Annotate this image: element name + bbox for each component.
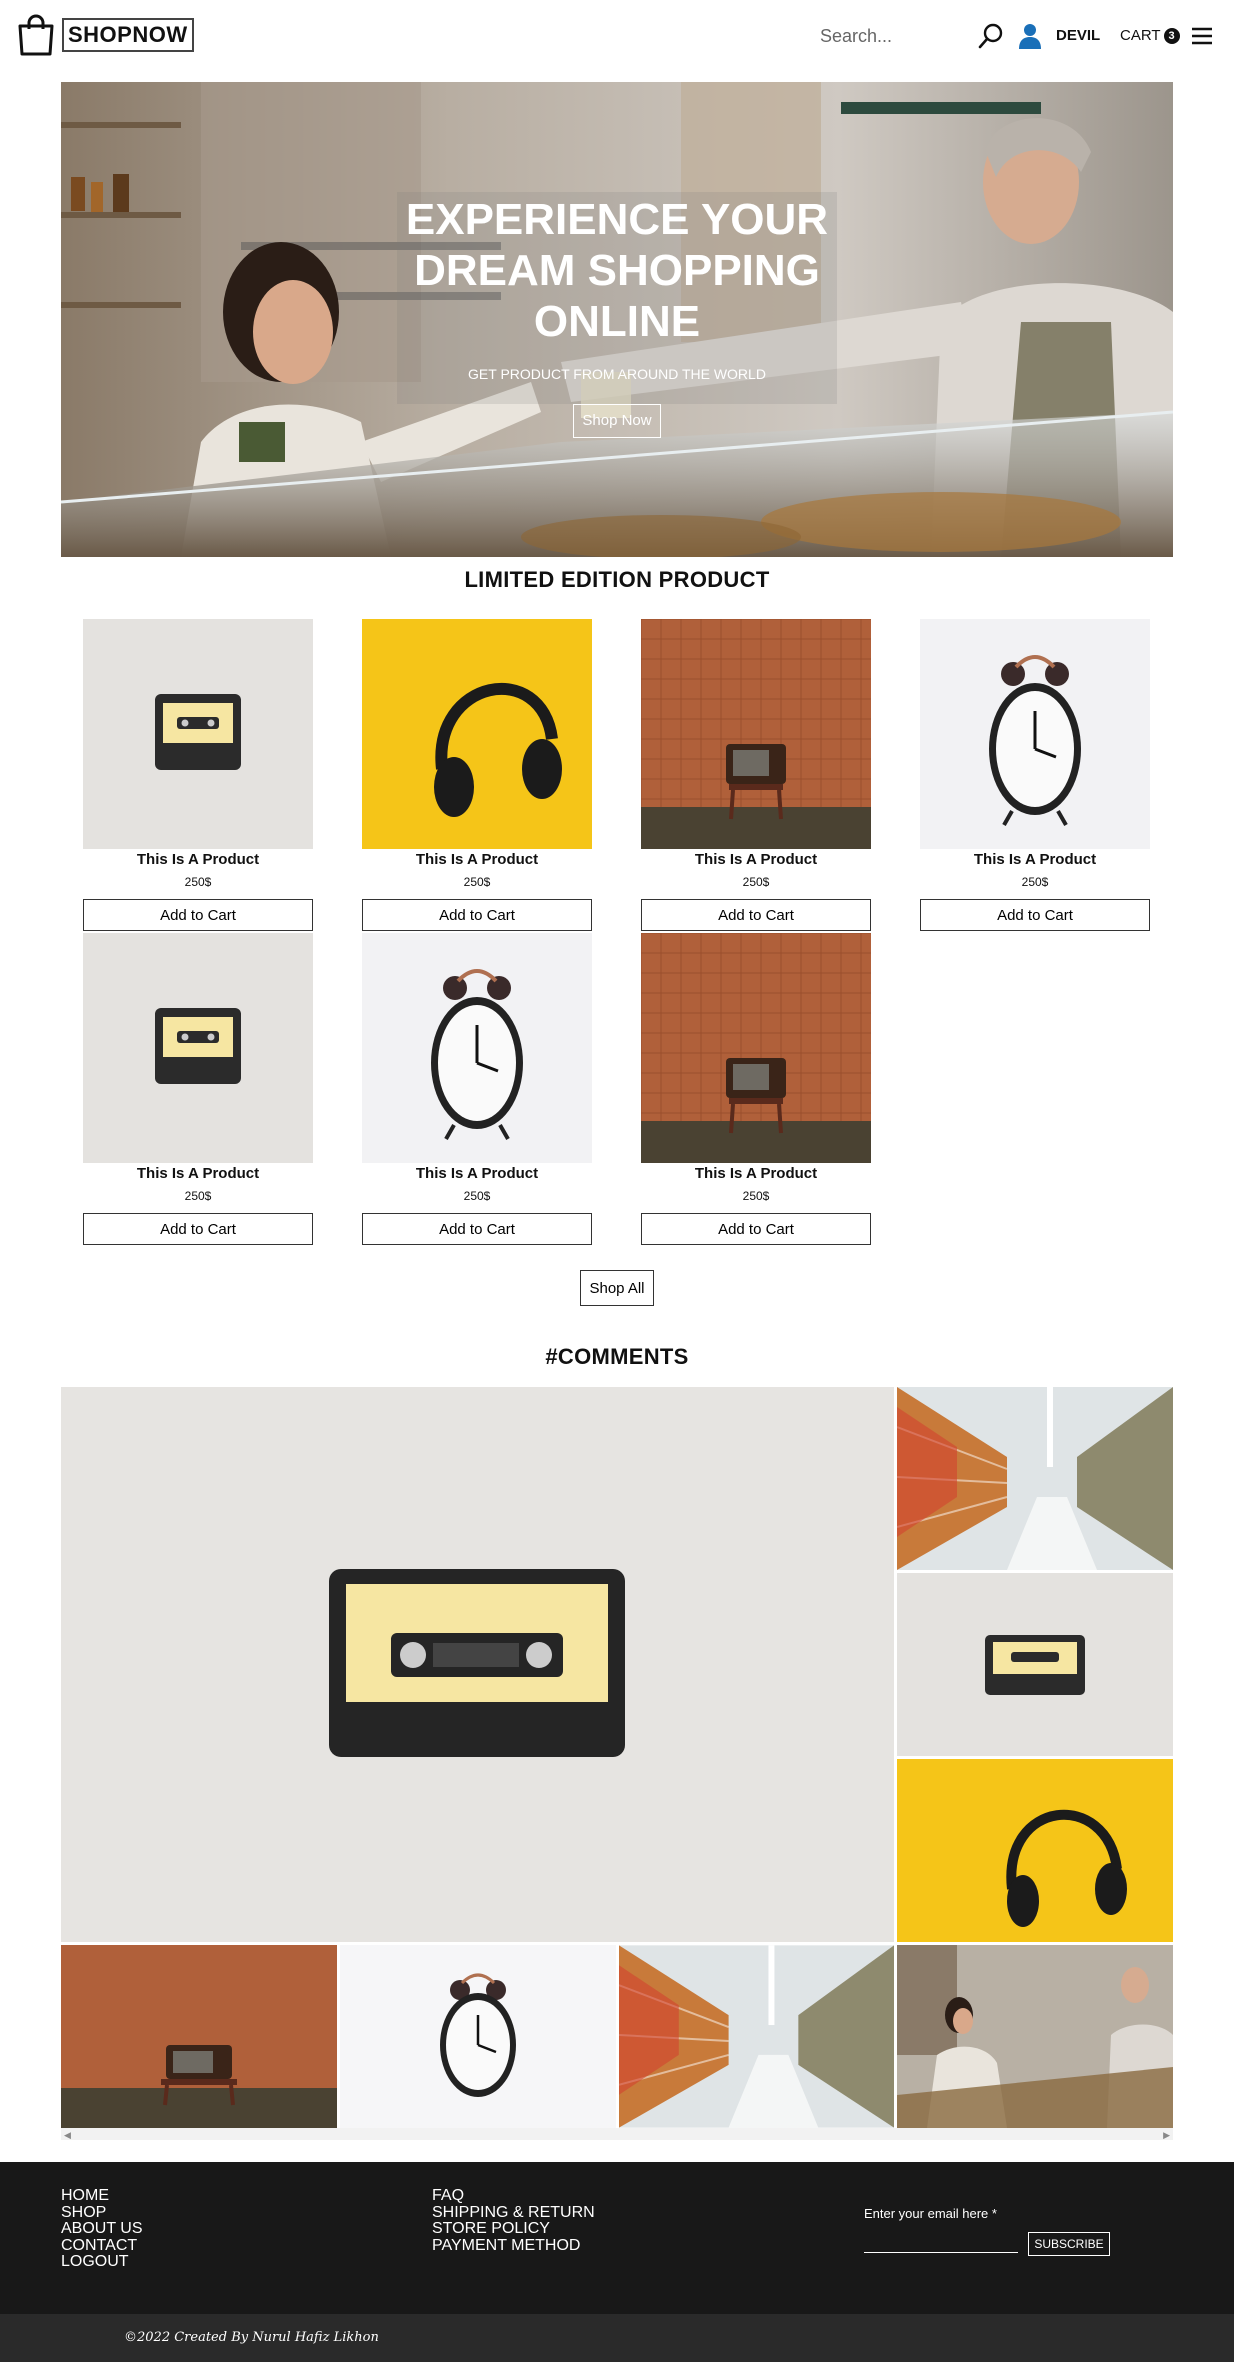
email-label: Enter your email here *	[864, 2206, 997, 2221]
footer-link[interactable]: LOGOUT	[61, 2253, 143, 2271]
product-name[interactable]: This Is A Product	[83, 1165, 313, 1185]
add-to-cart-button[interactable]: Add to Cart	[920, 899, 1150, 931]
copyright-bar: ©2022 Created By Nurul Hafiz Likhon	[0, 2314, 1234, 2362]
footer-link[interactable]: ABOUT US	[61, 2220, 143, 2238]
add-to-cart-button[interactable]: Add to Cart	[362, 1213, 592, 1245]
product-price: 250$	[1021, 875, 1049, 889]
footer-link[interactable]: SHOP	[61, 2204, 143, 2222]
product-name[interactable]: This Is A Product	[920, 851, 1150, 871]
product-card: This Is A Product 250$ Add to Cart	[641, 933, 871, 1245]
hero-title: EXPERIENCE YOUR DREAM SHOPPING ONLINE	[405, 195, 829, 346]
email-field[interactable]	[864, 2252, 1018, 2253]
comments-gallery	[61, 1387, 1173, 2137]
product-name[interactable]: This Is A Product	[641, 1165, 871, 1185]
product-card: This Is A Product 250$ Add to Cart	[83, 933, 313, 1245]
product-image[interactable]	[641, 933, 871, 1163]
gallery-image-clock[interactable]	[340, 1945, 616, 2128]
product-image[interactable]	[920, 619, 1150, 849]
product-name[interactable]: This Is A Product	[362, 851, 592, 871]
product-price: 250$	[742, 1189, 770, 1203]
page: SHOPNOW DEVIL CART 3	[0, 0, 1234, 2362]
add-to-cart-button[interactable]: Add to Cart	[362, 899, 592, 931]
add-to-cart-button[interactable]: Add to Cart	[641, 1213, 871, 1245]
shop-all-button[interactable]: Shop All	[580, 1270, 654, 1306]
footer-link[interactable]: HOME	[61, 2187, 143, 2205]
footer-link[interactable]: STORE POLICY	[432, 2220, 595, 2238]
cart-label: CART	[1120, 27, 1161, 44]
footer-link[interactable]: CONTACT	[61, 2237, 143, 2255]
gallery-image-headphones[interactable]	[897, 1759, 1173, 1942]
hero-banner: EXPERIENCE YOUR DREAM SHOPPING ONLINE GE…	[61, 82, 1173, 557]
product-price: 250$	[184, 1189, 212, 1203]
footer-links-main: HOME SHOP ABOUT US CONTACT LOGOUT	[61, 2187, 143, 2271]
gallery-scrollbar[interactable]: ◀ ▶	[61, 2128, 1173, 2140]
product-price: 250$	[742, 875, 770, 889]
add-to-cart-button[interactable]: Add to Cart	[83, 899, 313, 931]
product-image[interactable]	[362, 619, 592, 849]
product-card: This Is A Product 250$ Add to Cart	[362, 619, 592, 931]
site-footer: HOME SHOP ABOUT US CONTACT LOGOUT FAQ SHIPPIN…	[0, 2162, 1234, 2314]
gallery-image-aisle-2[interactable]	[619, 1945, 894, 2128]
limited-edition-title: LIMITED EDITION PRODUCT	[464, 567, 770, 592]
hamburger-menu-icon[interactable]	[1190, 24, 1214, 48]
gallery-image-shop-counter[interactable]	[897, 1945, 1173, 2128]
username[interactable]: DEVIL	[1056, 27, 1100, 44]
comments-title: #COMMENTS	[545, 1344, 689, 1369]
product-price: 250$	[184, 875, 212, 889]
logo-text: SHOPNOW	[62, 18, 194, 52]
product-card: This Is A Product 250$ Add to Cart	[362, 933, 592, 1245]
product-image[interactable]	[83, 933, 313, 1163]
copyright-text: ©2022 Created By Nurul Hafiz Likhon	[124, 2330, 379, 2345]
product-card: This Is A Product 250$ Add to Cart	[641, 619, 871, 931]
product-card: This Is A Product 250$ Add to Cart	[920, 619, 1150, 931]
user-icon[interactable]	[1018, 22, 1042, 50]
gallery-image-tv[interactable]	[61, 1945, 337, 2128]
scroll-right-icon[interactable]: ▶	[1163, 2130, 1170, 2141]
hero-subtitle: GET PRODUCT FROM AROUND THE WORLD	[468, 366, 766, 382]
footer-link[interactable]: SHIPPING & RETURN	[432, 2204, 595, 2222]
product-name[interactable]: This Is A Product	[641, 851, 871, 871]
search-icon[interactable]	[978, 22, 1004, 50]
add-to-cart-button[interactable]: Add to Cart	[641, 899, 871, 931]
product-image[interactable]	[362, 933, 592, 1163]
gallery-image-supermarket-aisle[interactable]	[897, 1387, 1173, 1570]
add-to-cart-button[interactable]: Add to Cart	[83, 1213, 313, 1245]
cart-count-badge: 3	[1163, 27, 1180, 44]
product-card: This Is A Product 250$ Add to Cart	[83, 619, 313, 931]
product-price: 250$	[463, 1189, 491, 1203]
scroll-left-icon[interactable]: ◀	[64, 2130, 71, 2141]
footer-link[interactable]: FAQ	[432, 2187, 595, 2205]
product-image[interactable]	[83, 619, 313, 849]
shop-now-button[interactable]: Shop Now	[573, 404, 661, 438]
shopping-bag-icon	[18, 14, 54, 56]
footer-links-help: FAQ SHIPPING & RETURN STORE POLICY PAYMENT …	[432, 2187, 595, 2255]
subscribe-button[interactable]: SUBSCRIBE	[1028, 2232, 1110, 2256]
site-header: SHOPNOW DEVIL CART 3	[0, 0, 1234, 72]
footer-link[interactable]: PAYMENT METHOD	[432, 2237, 595, 2255]
product-image[interactable]	[641, 619, 871, 849]
gallery-image-cassette-large[interactable]	[61, 1387, 894, 1942]
product-price: 250$	[463, 875, 491, 889]
product-name[interactable]: This Is A Product	[362, 1165, 592, 1185]
logo[interactable]: SHOPNOW	[16, 14, 194, 56]
cart-link[interactable]: CART 3	[1120, 27, 1180, 44]
gallery-image-cassette[interactable]	[897, 1573, 1173, 1756]
search-input[interactable]	[820, 22, 960, 50]
product-name[interactable]: This Is A Product	[83, 851, 313, 871]
